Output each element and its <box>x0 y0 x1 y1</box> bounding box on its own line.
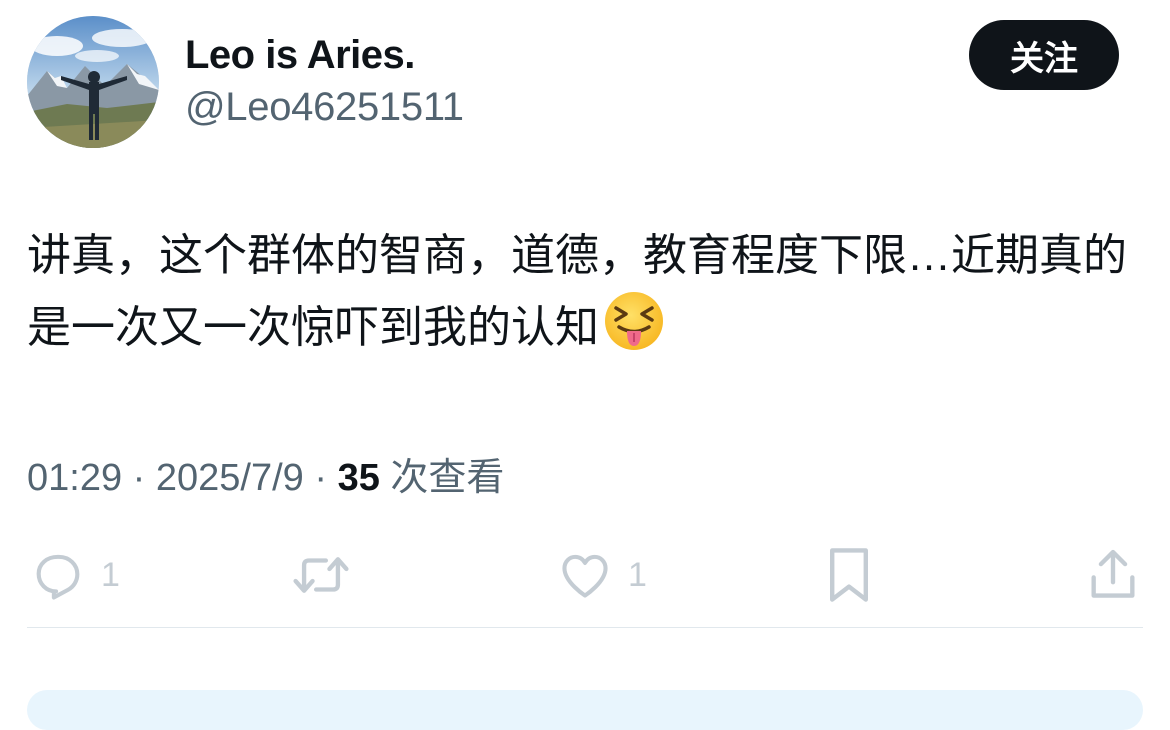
divider <box>27 627 1143 628</box>
views-label: 次查看 <box>390 457 505 499</box>
share-icon <box>1091 549 1135 598</box>
tweet-meta: 01:29 · 2025/7/9 · 35 次查看 <box>27 446 504 501</box>
reply-count: 1 <box>101 555 120 594</box>
squinting-face-with-tongue-emoji <box>603 290 665 352</box>
avatar[interactable] <box>27 16 159 148</box>
meta-separator: · <box>314 457 328 499</box>
meta-separator: · <box>132 457 146 499</box>
user-handle[interactable]: @Leo46251511 <box>185 85 464 130</box>
tweet-date[interactable]: 2025/7/9 <box>156 457 304 499</box>
heart-icon <box>562 554 608 598</box>
retweet-button[interactable] <box>288 540 354 610</box>
tweet-time[interactable]: 01:29 <box>27 457 122 499</box>
display-name[interactable]: Leo is Aries. <box>185 33 415 78</box>
tweet-body: 讲真，这个群体的智商，道德，教育程度下限…近期真的是一次又一次惊吓到我的认知 <box>27 231 1127 352</box>
follow-button[interactable]: 关注 <box>969 20 1119 90</box>
like-count: 1 <box>628 555 647 594</box>
like-button[interactable]: 1 <box>556 540 647 610</box>
reply-button[interactable]: 1 <box>29 540 120 610</box>
retweet-icon <box>293 557 349 593</box>
bookmark-button[interactable] <box>822 540 876 610</box>
views-count: 35 <box>337 457 380 499</box>
share-button[interactable] <box>1086 540 1140 610</box>
reply-icon <box>36 554 80 600</box>
avatar-image <box>27 16 159 148</box>
bookmark-icon <box>830 548 868 602</box>
tweet-text: 讲真，这个群体的智商，道德，教育程度下限…近期真的是一次又一次惊吓到我的认知 <box>27 222 1147 362</box>
action-bar: 1 1 <box>0 540 1170 610</box>
reply-composer-preview[interactable] <box>27 690 1143 730</box>
